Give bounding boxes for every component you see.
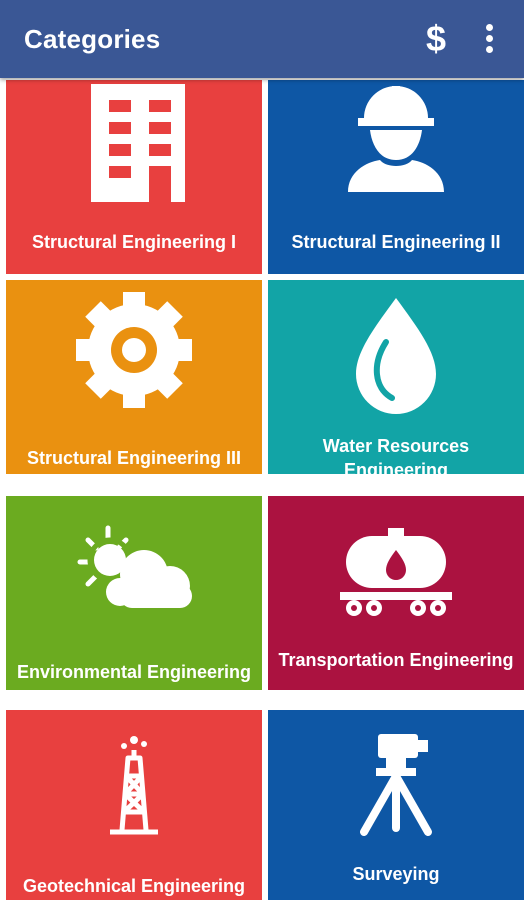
- category-label: Structural Engineering II: [291, 232, 501, 252]
- category-surveying[interactable]: Surveying: [268, 710, 524, 900]
- sun-cloud-icon: [77, 525, 192, 608]
- tanker-car-icon: [340, 528, 452, 616]
- app-bar: Categories $: [0, 0, 524, 78]
- category-label: Geotechnical Engineering: [22, 876, 246, 896]
- category-structural-engineering-2[interactable]: Structural Engineering II: [268, 80, 524, 274]
- building-icon: [91, 84, 185, 202]
- gear-icon: [76, 292, 192, 408]
- surveying-tripod-icon: [360, 734, 432, 836]
- category-transportation-engineering[interactable]: Transportation Engineering: [268, 496, 524, 690]
- category-geotechnical-engineering[interactable]: Geotechnical Engineering: [6, 710, 262, 900]
- category-water-resources-engineering[interactable]: Water Resources Engineering: [268, 280, 524, 474]
- page-title: Categories: [24, 24, 161, 54]
- dollar-icon[interactable]: $: [418, 18, 454, 60]
- more-vertical-icon[interactable]: [474, 18, 504, 60]
- category-label: Structural Engineering III: [26, 448, 242, 468]
- category-label: Environmental Engineering: [16, 662, 252, 682]
- water-drop-icon: [356, 298, 436, 414]
- worker-hardhat-icon: [348, 86, 444, 192]
- category-structural-engineering-3[interactable]: Structural Engineering III: [6, 280, 262, 474]
- category-label: Surveying: [352, 864, 440, 884]
- drilling-rig-icon: [110, 736, 158, 835]
- category-label: Structural Engineering I: [31, 232, 237, 252]
- category-environmental-engineering[interactable]: Environmental Engineering: [6, 496, 262, 690]
- category-label: Transportation Engineering: [278, 650, 514, 670]
- category-label: Water Resources Engineering: [322, 436, 470, 474]
- category-structural-engineering-1[interactable]: Structural Engineering I: [6, 80, 262, 274]
